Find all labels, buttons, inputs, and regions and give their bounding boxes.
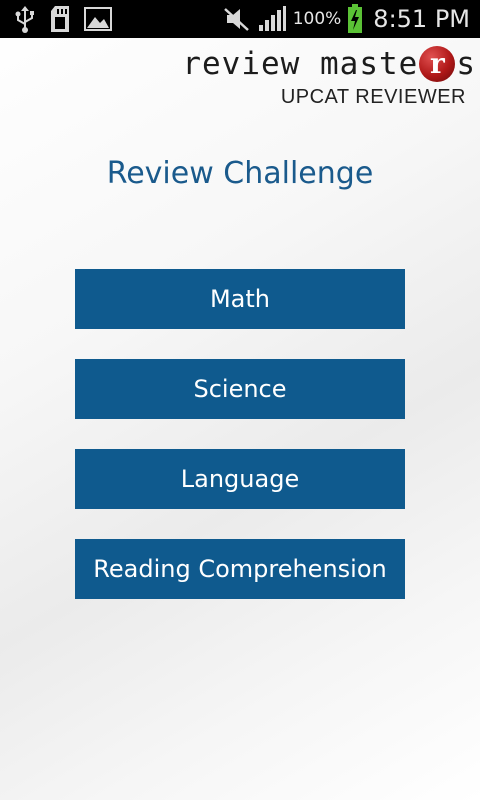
usb-icon xyxy=(14,5,36,33)
battery-charging-icon xyxy=(347,4,363,34)
app-subtitle: UPCAT REVIEWER xyxy=(280,86,466,108)
status-bar: 100% 8:51 PM xyxy=(0,0,480,38)
logo-text-right: s xyxy=(456,46,476,82)
science-button[interactable]: Science xyxy=(75,359,405,419)
reading-comprehension-button[interactable]: Reading Comprehension xyxy=(75,539,405,599)
page-title: Review Challenge xyxy=(106,156,374,191)
sd-card-icon xyxy=(48,5,72,33)
clock: 8:51 PM xyxy=(373,5,470,33)
math-button[interactable]: Math xyxy=(75,269,405,329)
language-button[interactable]: Language xyxy=(75,449,405,509)
image-icon xyxy=(84,7,112,31)
app-logo: review maste r s xyxy=(182,44,476,84)
mute-icon xyxy=(223,5,251,33)
battery-percent: 100% xyxy=(292,9,342,29)
logo-badge: r xyxy=(419,46,456,82)
logo-text-left: review maste xyxy=(182,46,419,82)
signal-icon xyxy=(257,5,287,33)
